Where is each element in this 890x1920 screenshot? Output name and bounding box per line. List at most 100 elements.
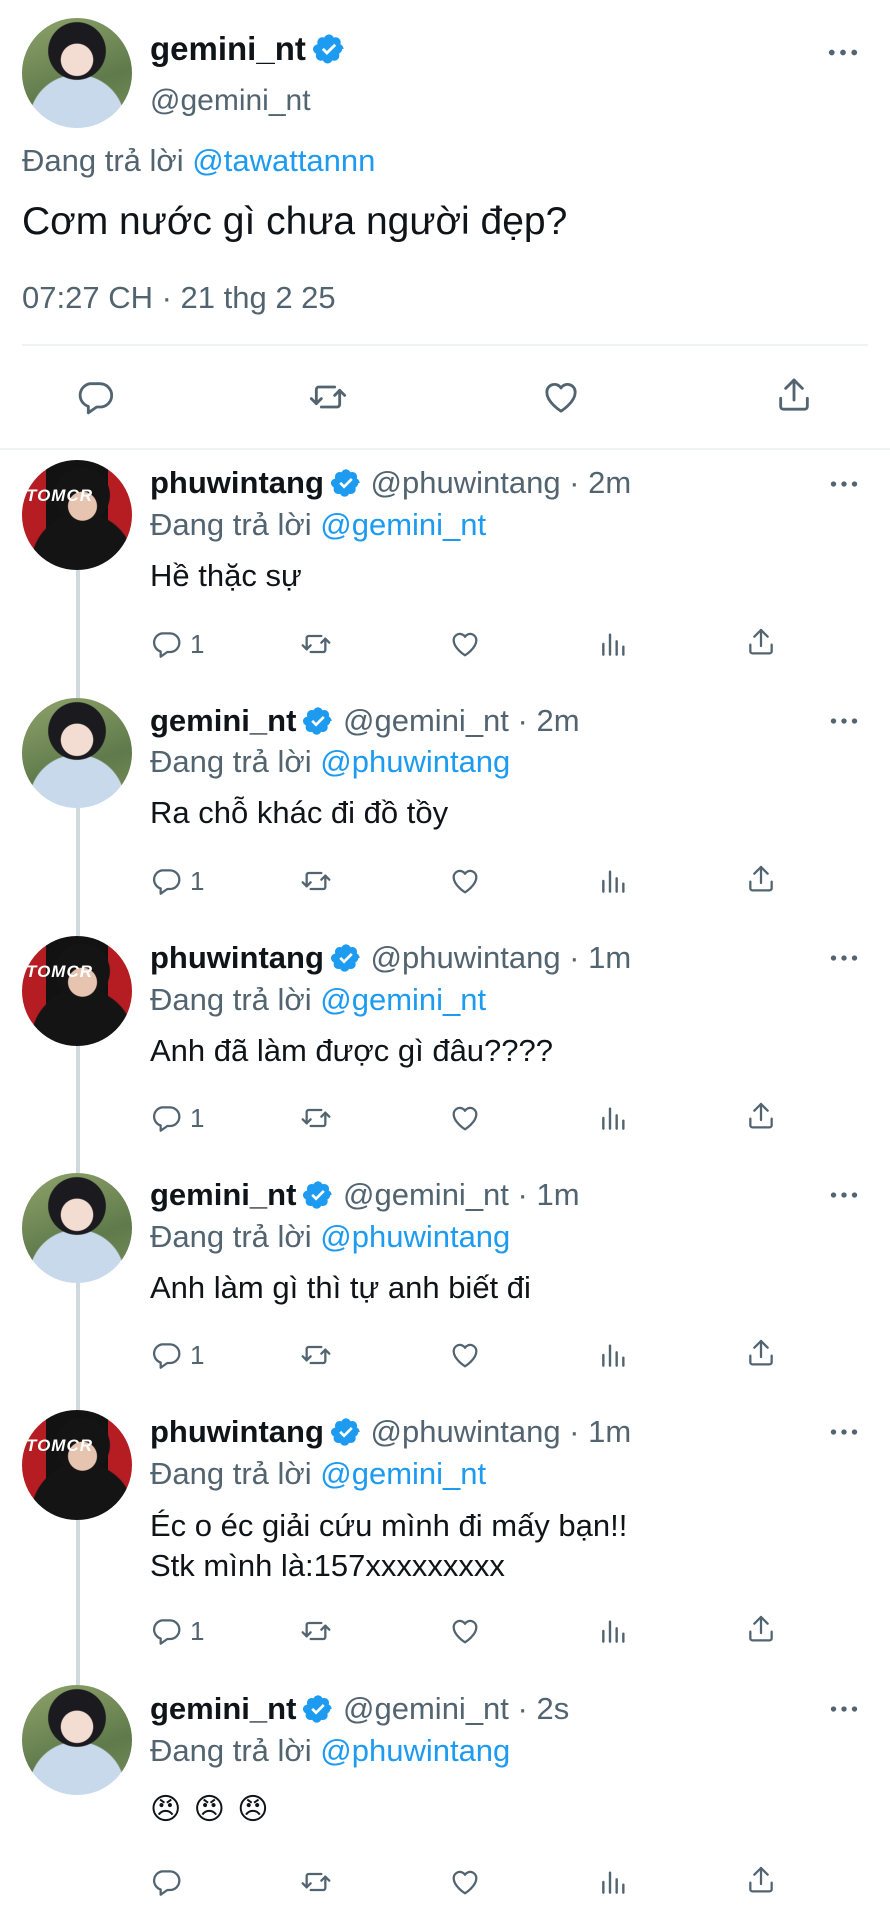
reply-button[interactable] <box>150 1866 190 1898</box>
reply-to-link[interactable]: @phuwintang <box>320 1219 510 1254</box>
avatar[interactable] <box>22 698 132 808</box>
display-name[interactable]: phuwintang <box>150 940 324 975</box>
avatar-brand-text: TOMCR <box>26 1436 94 1455</box>
avatar[interactable]: TOMCR <box>22 1410 132 1520</box>
more-icon[interactable] <box>830 954 858 962</box>
reply-to-link[interactable]: @phuwintang <box>320 744 510 779</box>
like-icon <box>541 377 581 417</box>
reply-prefix: Đang trả lời <box>150 982 312 1017</box>
avatar[interactable] <box>22 1173 132 1283</box>
retweet-button[interactable] <box>300 1339 332 1371</box>
handle[interactable]: @phuwintang · 1m <box>371 940 632 975</box>
retweet-button[interactable] <box>300 1102 332 1134</box>
display-name[interactable]: phuwintang <box>150 1414 324 1449</box>
like-button[interactable] <box>541 377 581 417</box>
share-button[interactable] <box>745 1100 777 1132</box>
share-icon <box>745 863 777 895</box>
share-button[interactable] <box>745 626 777 658</box>
handle[interactable]: @gemini_nt · 2m <box>343 703 580 738</box>
share-button[interactable] <box>745 1337 777 1369</box>
divider <box>22 344 868 346</box>
display-name[interactable]: gemini_nt <box>150 1691 296 1726</box>
reply-to-link[interactable]: @gemini_nt <box>320 507 486 542</box>
reply-button[interactable]: 1 <box>150 628 204 660</box>
share-button[interactable] <box>774 375 814 415</box>
more-icon[interactable] <box>828 48 858 57</box>
reply-text: Hề thặc sự <box>150 558 302 593</box>
retweet-button[interactable] <box>300 1866 332 1898</box>
avatar[interactable]: TOMCR <box>22 460 132 570</box>
retweet-icon <box>300 1339 332 1371</box>
handle[interactable]: @gemini_nt · 1m <box>343 1177 580 1212</box>
reply-icon <box>150 865 182 897</box>
reply-context: Đang trả lời @tawattannn <box>22 143 375 179</box>
display-name[interactable]: phuwintang <box>150 465 324 500</box>
reply-header: phuwintang @phuwintang · 1m <box>150 1414 631 1450</box>
handle[interactable]: @gemini_nt · 2s <box>343 1691 569 1726</box>
display-name[interactable]: gemini_nt <box>150 1177 296 1212</box>
like-button[interactable] <box>449 1615 481 1647</box>
display-name[interactable]: gemini_nt <box>150 703 296 738</box>
reply-button[interactable] <box>75 377 115 417</box>
thread-line <box>76 570 80 698</box>
more-icon[interactable] <box>830 717 858 725</box>
views-icon <box>598 865 630 897</box>
retweet-button[interactable] <box>300 628 332 660</box>
reply-button[interactable]: 1 <box>150 1102 204 1134</box>
share-icon <box>745 626 777 658</box>
handle[interactable]: @gemini_nt <box>150 84 311 118</box>
avatar[interactable] <box>22 18 132 128</box>
reply-context: Đang trả lời @phuwintang <box>150 1219 510 1255</box>
thread-line <box>76 1283 80 1411</box>
verified-badge-icon <box>330 1416 362 1448</box>
reply-text: 😠 😠 😠 <box>150 1793 271 1826</box>
reply-icon <box>150 1102 182 1134</box>
reply-to-link[interactable]: @tawattannn <box>192 143 375 178</box>
more-icon[interactable] <box>830 1705 858 1713</box>
timestamp[interactable]: 07:27 CH · 21 thg 2 25 <box>22 280 336 316</box>
views-button[interactable] <box>598 1102 630 1134</box>
reply-context: Đang trả lời @gemini_nt <box>150 1456 486 1492</box>
views-button[interactable] <box>598 1339 630 1371</box>
more-icon[interactable] <box>830 480 858 488</box>
reply-text: Ra chỗ khác đi đồ tồy <box>150 795 449 830</box>
retweet-button[interactable] <box>308 377 348 417</box>
reply-button[interactable]: 1 <box>150 1615 204 1647</box>
reply-button[interactable]: 1 <box>150 865 204 897</box>
retweet-button[interactable] <box>300 1615 332 1647</box>
main-author: gemini_nt <box>150 30 346 68</box>
avatar[interactable] <box>22 1685 132 1795</box>
views-icon <box>598 1339 630 1371</box>
share-icon <box>745 1337 777 1369</box>
views-button[interactable] <box>598 1866 630 1898</box>
reply-to-link[interactable]: @phuwintang <box>320 1733 510 1768</box>
tweet-text: Cơm nước gì chưa người đẹp? <box>22 200 568 243</box>
views-button[interactable] <box>598 1615 630 1647</box>
avatar[interactable]: TOMCR <box>22 936 132 1046</box>
like-button[interactable] <box>449 1339 481 1371</box>
share-button[interactable] <box>745 1613 777 1645</box>
handle[interactable]: @phuwintang · 1m <box>371 1414 632 1449</box>
like-button[interactable] <box>449 1102 481 1134</box>
reply-icon <box>150 1615 182 1647</box>
verified-badge-icon <box>330 467 362 499</box>
like-button[interactable] <box>449 865 481 897</box>
more-icon[interactable] <box>830 1191 858 1199</box>
like-button[interactable] <box>449 1866 481 1898</box>
like-button[interactable] <box>449 628 481 660</box>
views-button[interactable] <box>598 865 630 897</box>
reply-icon <box>150 628 182 660</box>
thread-line <box>76 808 80 936</box>
share-button[interactable] <box>745 1864 777 1896</box>
reply-button[interactable]: 1 <box>150 1339 204 1371</box>
handle[interactable]: @phuwintang · 2m <box>371 465 632 500</box>
views-button[interactable] <box>598 628 630 660</box>
reply-to-link[interactable]: @gemini_nt <box>320 1456 486 1491</box>
share-button[interactable] <box>745 863 777 895</box>
display-name[interactable]: gemini_nt <box>150 30 306 67</box>
reply-context: Đang trả lời @gemini_nt <box>150 982 486 1018</box>
like-icon <box>449 1866 481 1898</box>
more-icon[interactable] <box>830 1428 858 1436</box>
retweet-button[interactable] <box>300 865 332 897</box>
reply-to-link[interactable]: @gemini_nt <box>320 982 486 1017</box>
